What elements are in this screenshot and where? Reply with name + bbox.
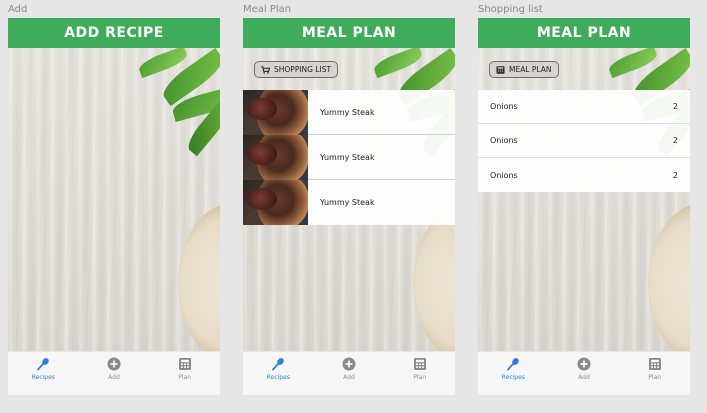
cart-icon — [261, 65, 270, 74]
phone-shopping-list: MEAL PLAN MEAL PLAN Onions 2 Onions 2 On… — [478, 18, 690, 395]
artboard-label-meal-plan: Meal Plan — [243, 4, 292, 15]
tab-recipes[interactable]: Recipes — [248, 357, 308, 381]
item-name: Onions — [490, 170, 518, 180]
meal-plan-button[interactable]: MEAL PLAN — [489, 61, 559, 78]
steak-thumbnail — [243, 180, 308, 225]
wood-background — [8, 48, 220, 351]
tab-recipes[interactable]: Recipes — [13, 357, 73, 381]
tab-label: Recipes — [266, 374, 290, 381]
tab-label: Plan — [178, 374, 192, 381]
tab-add[interactable]: Add — [84, 357, 144, 381]
item-quantity: 2 — [672, 136, 678, 145]
tab-label: Plan — [648, 374, 662, 381]
tab-label: Add — [578, 374, 590, 381]
list-item[interactable]: Yummy Steak — [243, 89, 455, 135]
shopping-list-label: SHOPPING LIST — [274, 65, 332, 74]
page-title: MEAL PLAN — [478, 18, 690, 48]
steak-thumbnail — [243, 89, 308, 135]
tab-label: Recipes — [501, 374, 525, 381]
phone-add-recipe: ADD RECIPE Recipes Add Plan — [8, 18, 220, 395]
tab-add[interactable]: Add — [554, 357, 614, 381]
tab-label: Add — [343, 374, 355, 381]
item-name: Onions — [490, 136, 518, 145]
item-quantity: 2 — [672, 102, 678, 111]
item-quantity: 2 — [672, 170, 678, 180]
tab-plan[interactable]: Plan — [625, 357, 685, 381]
list-item[interactable]: Onions 2 — [478, 158, 690, 192]
list-item[interactable]: Yummy Steak — [243, 180, 455, 225]
tab-label: Recipes — [31, 374, 55, 381]
tab-label: Add — [108, 374, 120, 381]
page-title: ADD RECIPE — [8, 18, 220, 48]
spoon-icon — [272, 358, 285, 371]
tab-bar: Recipes Add Plan — [243, 351, 455, 395]
spoon-icon — [507, 358, 520, 371]
shopping-list-button[interactable]: SHOPPING LIST — [254, 61, 339, 78]
shopping-list: Onions 2 Onions 2 Onions 2 — [478, 90, 690, 192]
calculator-icon — [496, 65, 505, 74]
tab-plan[interactable]: Plan — [390, 357, 450, 381]
plus-circle-icon — [577, 357, 591, 371]
calculator-icon — [648, 358, 661, 370]
phone-meal-plan: MEAL PLAN SHOPPING LIST Yummy Steak Yumm… — [243, 18, 455, 395]
meal-name: Yummy Steak — [320, 152, 375, 162]
meal-plan-label: MEAL PLAN — [509, 65, 552, 74]
meal-list: Yummy Steak Yummy Steak Yummy Steak — [243, 89, 455, 225]
spoon-icon — [37, 358, 50, 371]
tab-recipes[interactable]: Recipes — [483, 357, 543, 381]
meal-name: Yummy Steak — [320, 198, 375, 207]
calculator-icon — [178, 358, 191, 370]
steak-thumbnail — [243, 134, 308, 180]
meal-name: Yummy Steak — [320, 107, 375, 117]
plus-circle-icon — [107, 357, 121, 371]
tab-add[interactable]: Add — [319, 357, 379, 381]
list-item[interactable]: Yummy Steak — [243, 134, 455, 180]
page-title: MEAL PLAN — [243, 18, 455, 48]
tab-label: Plan — [413, 374, 427, 381]
tab-bar: Recipes Add Plan — [478, 351, 690, 395]
calculator-icon — [413, 358, 426, 370]
plus-circle-icon — [342, 357, 356, 371]
artboard-label-shopping-list: Shopping list — [478, 4, 543, 15]
tab-bar: Recipes Add Plan — [8, 351, 220, 395]
list-item[interactable]: Onions 2 — [478, 90, 690, 124]
item-name: Onions — [490, 102, 518, 111]
list-item[interactable]: Onions 2 — [478, 124, 690, 158]
artboard-label-add: Add — [8, 4, 28, 15]
tab-plan[interactable]: Plan — [155, 357, 215, 381]
